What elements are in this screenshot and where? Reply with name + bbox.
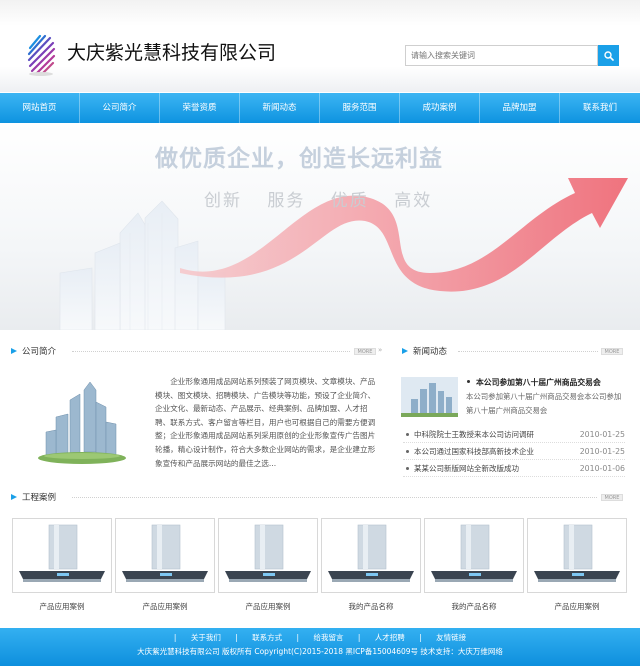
chevron-right-icon: » xyxy=(378,346,383,354)
about-title: 公司简介 xyxy=(22,347,57,357)
cases-gallery: 产品应用案例 产品应用案例 产品应用案例 我的产品名称 我的产品名称 产品应用案… xyxy=(12,518,627,612)
main-nav: 网站首页 公司简介 荣誉资质 新闻动态 服务范围 成功案例 品牌加盟 联系我们 xyxy=(0,93,640,123)
bullet-icon xyxy=(406,432,409,436)
news-featured-title[interactable]: 本公司参加第八十届广州商品交易会 xyxy=(476,377,601,388)
footer-links: | 关于我们 | 联系方式 | 给我留言 | 人才招聘 | 友情链接 xyxy=(0,632,640,643)
company-logo-icon[interactable] xyxy=(26,30,56,78)
bullet-icon xyxy=(467,380,470,383)
case-item[interactable]: 我的产品名称 xyxy=(424,518,524,612)
nav-item-contact[interactable]: 联系我们 xyxy=(560,93,640,123)
section-divider xyxy=(72,497,597,501)
news-item-date: 2010-01-25 xyxy=(579,446,625,456)
nav-item-about[interactable]: 公司简介 xyxy=(80,93,160,123)
range-hood-image xyxy=(328,524,414,582)
nav-item-cases[interactable]: 成功案例 xyxy=(400,93,480,123)
about-text: 企业形象通用成品网站系列预装了网页模块、文章模块、产品模块、图文模块、招聘模块、… xyxy=(155,377,376,468)
footer-link-contact[interactable]: 联系方式 xyxy=(252,633,282,642)
news-item-title[interactable]: 某某公司新版网站全新改版成功 xyxy=(414,463,580,474)
section-bullet-icon xyxy=(11,494,17,500)
range-hood-image xyxy=(431,524,517,582)
banner-slogan: 做优质企业，创造长远利益 xyxy=(155,146,443,172)
about-section-heading: 公司简介 xyxy=(10,344,56,358)
news-list-item[interactable]: 中科院院士王教授来本公司访问调研 2010-01-25 xyxy=(403,426,625,443)
range-hood-image xyxy=(19,524,105,582)
news-title: 新闻动态 xyxy=(413,347,448,357)
news-more-button[interactable]: MORE xyxy=(601,348,623,355)
news-featured-desc: 本公司参加第八十届广州商品交易会本公司参加第八十届广州商品交易会 xyxy=(466,392,622,415)
nav-item-home[interactable]: 网站首页 xyxy=(0,93,80,123)
case-label[interactable]: 产品应用案例 xyxy=(115,601,215,612)
case-label[interactable]: 产品应用案例 xyxy=(527,601,627,612)
news-item-date: 2010-01-25 xyxy=(579,429,625,439)
footer-separator: | xyxy=(419,633,422,642)
case-item[interactable]: 产品应用案例 xyxy=(527,518,627,612)
search-button[interactable] xyxy=(598,45,619,66)
news-featured-image xyxy=(401,377,458,417)
cases-title: 工程案例 xyxy=(22,493,57,503)
footer-separator: | xyxy=(235,633,238,642)
case-item[interactable]: 产品应用案例 xyxy=(12,518,112,612)
footer-copyright: 大庆紫光慧科技有限公司 版权所有 Copyright(C)2015-2018 黑… xyxy=(137,647,503,656)
footer-separator: | xyxy=(357,633,361,642)
section-bullet-icon xyxy=(402,348,408,354)
nav-item-honors[interactable]: 荣誉资质 xyxy=(160,93,240,123)
range-hood-image xyxy=(122,524,208,582)
news-list-item[interactable]: 某某公司新版网站全新改版成功 2010-01-06 xyxy=(403,460,625,477)
search-input[interactable] xyxy=(405,45,598,66)
footer-link-about[interactable]: 关于我们 xyxy=(191,633,221,642)
news-item-title[interactable]: 中科院院士王教授来本公司访问调研 xyxy=(414,429,580,440)
header: 大庆紫光慧科技有限公司 xyxy=(0,0,640,92)
cases-more-button[interactable]: MORE xyxy=(601,494,623,501)
footer: | 关于我们 | 联系方式 | 给我留言 | 人才招聘 | 友情链接 大庆紫光慧… xyxy=(0,628,640,666)
cases-section-heading: 工程案例 xyxy=(10,490,56,504)
banner[interactable]: 做优质企业，创造长远利益 创新 服务 优质 高效 xyxy=(0,123,640,330)
case-image[interactable] xyxy=(115,518,215,593)
nav-item-franchise[interactable]: 品牌加盟 xyxy=(480,93,560,123)
nav-item-services[interactable]: 服务范围 xyxy=(320,93,400,123)
footer-separator: | xyxy=(173,633,177,642)
footer-link-message[interactable]: 给我留言 xyxy=(313,633,343,642)
case-item[interactable]: 产品应用案例 xyxy=(218,518,318,612)
bullet-icon xyxy=(406,466,409,470)
section-divider xyxy=(458,351,598,355)
bullet-icon xyxy=(406,449,409,453)
range-hood-image xyxy=(534,524,620,582)
case-label[interactable]: 产品应用案例 xyxy=(218,601,318,612)
banner-subtitle: 创新 服务 优质 高效 xyxy=(204,191,433,211)
case-image[interactable] xyxy=(321,518,421,593)
footer-separator: | xyxy=(296,633,300,642)
news-item-date: 2010-01-06 xyxy=(579,463,625,473)
case-image[interactable] xyxy=(527,518,627,593)
news-item-title[interactable]: 本公司通过国家科技部高新技术企业 xyxy=(414,446,580,457)
about-image xyxy=(34,372,129,465)
news-list-item[interactable]: 本公司通过国家科技部高新技术企业 2010-01-25 xyxy=(403,443,625,460)
news-list: 中科院院士王教授来本公司访问调研 2010-01-25 本公司通过国家科技部高新… xyxy=(403,426,625,477)
about-more-button[interactable]: MORE xyxy=(354,348,376,355)
search-icon xyxy=(603,50,614,61)
case-item[interactable]: 产品应用案例 xyxy=(115,518,215,612)
case-item[interactable]: 我的产品名称 xyxy=(321,518,421,612)
case-label[interactable]: 我的产品名称 xyxy=(321,601,421,612)
case-image[interactable] xyxy=(218,518,318,593)
footer-link-friends[interactable]: 友情链接 xyxy=(436,633,466,642)
case-label[interactable]: 产品应用案例 xyxy=(12,601,112,612)
case-image[interactable] xyxy=(424,518,524,593)
nav-item-news[interactable]: 新闻动态 xyxy=(240,93,320,123)
case-image[interactable] xyxy=(12,518,112,593)
range-hood-image xyxy=(225,524,311,582)
skyline-graphic xyxy=(59,200,226,330)
section-bullet-icon xyxy=(11,348,17,354)
company-name[interactable]: 大庆紫光慧科技有限公司 xyxy=(67,38,276,65)
footer-link-jobs[interactable]: 人才招聘 xyxy=(375,633,405,642)
case-label[interactable]: 我的产品名称 xyxy=(424,601,524,612)
news-section-heading: 新闻动态 xyxy=(401,344,447,358)
section-divider xyxy=(72,351,350,355)
